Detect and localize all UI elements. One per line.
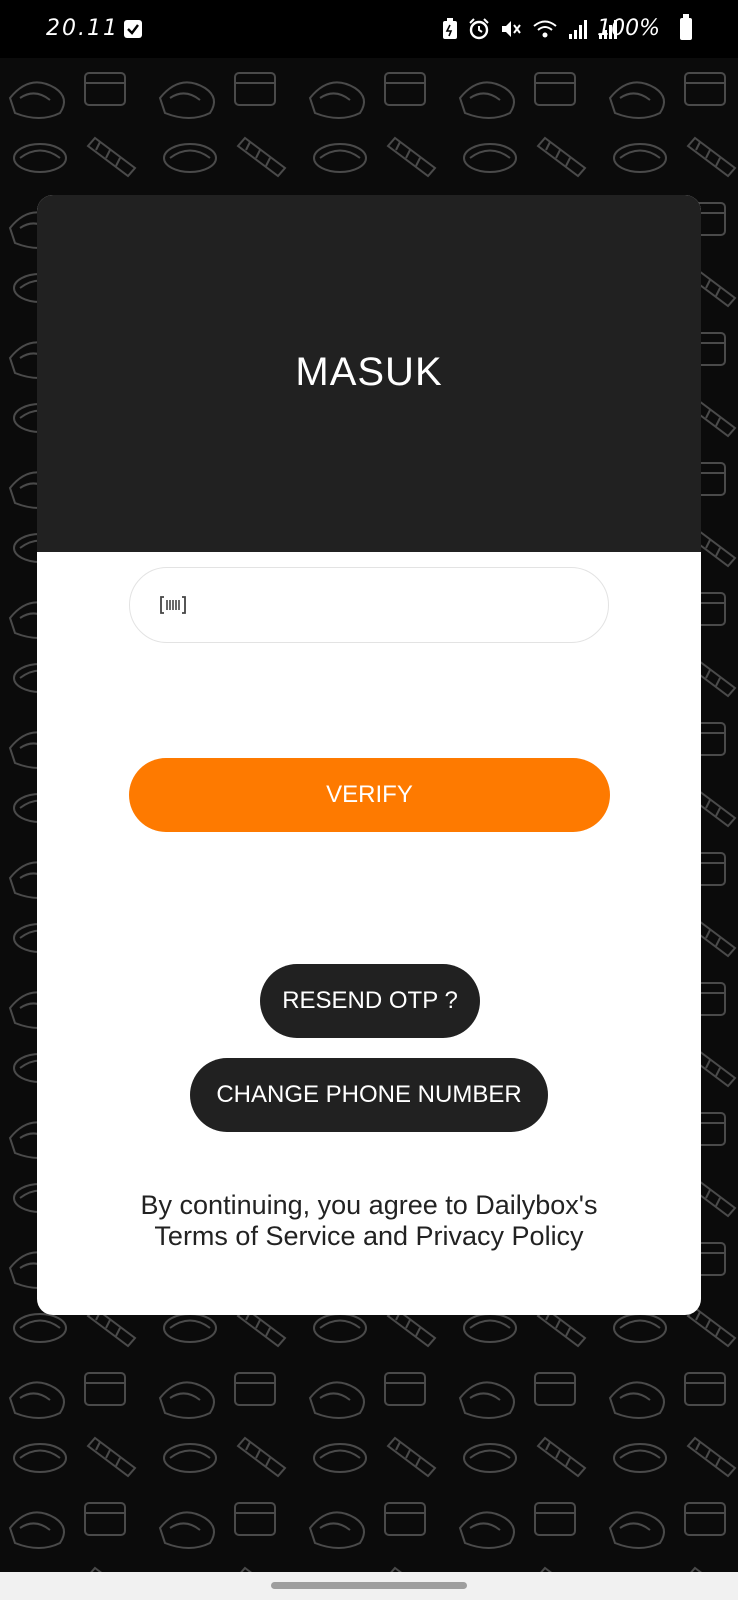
checkbox-icon bbox=[124, 20, 142, 38]
otp-field[interactable] bbox=[129, 567, 609, 643]
resend-otp-button[interactable]: RESEND OTP ? bbox=[260, 964, 480, 1038]
battery-percentage: 100% bbox=[597, 16, 660, 41]
change-phone-number-button[interactable]: CHANGE PHONE NUMBER bbox=[190, 1058, 548, 1132]
status-bar: 20.11 100% bbox=[0, 0, 738, 58]
navigation-bar bbox=[0, 1572, 738, 1600]
status-icons bbox=[442, 18, 618, 40]
mute-icon bbox=[502, 21, 521, 37]
page-title: MASUK bbox=[295, 350, 443, 394]
terms-text: By continuing, you agree to Dailybox's T… bbox=[140, 1190, 598, 1251]
signal-icon bbox=[569, 20, 587, 39]
alarm-icon bbox=[469, 18, 489, 40]
otp-input[interactable] bbox=[202, 568, 586, 642]
card-header: MASUK bbox=[37, 195, 701, 552]
battery-saver-icon bbox=[443, 18, 457, 39]
status-time: 20.11 bbox=[46, 16, 119, 41]
verify-button[interactable]: VERIFY bbox=[129, 758, 610, 832]
otp-card: MASUK VERIFY RESEND OTP ? CHANGE PHONE N… bbox=[37, 195, 701, 1315]
home-gesture-handle[interactable] bbox=[271, 1582, 467, 1589]
barcode-icon bbox=[160, 596, 186, 614]
battery-icon bbox=[680, 14, 692, 40]
wifi-icon bbox=[533, 20, 557, 38]
